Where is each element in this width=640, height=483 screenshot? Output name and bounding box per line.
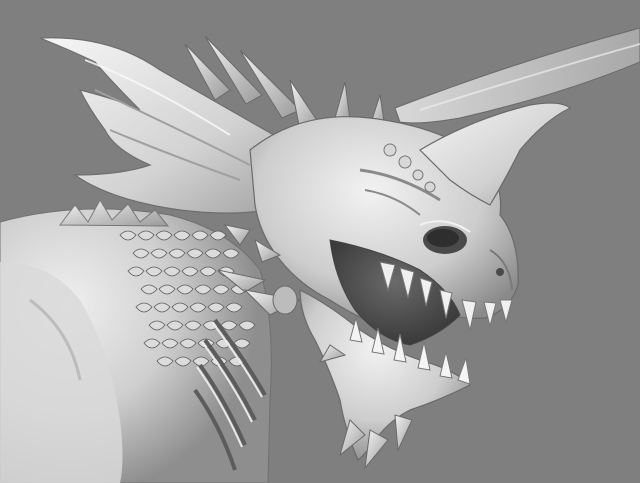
dragon-sculpt-render [0, 27, 640, 483]
sculpt-viewport[interactable] [0, 0, 640, 483]
